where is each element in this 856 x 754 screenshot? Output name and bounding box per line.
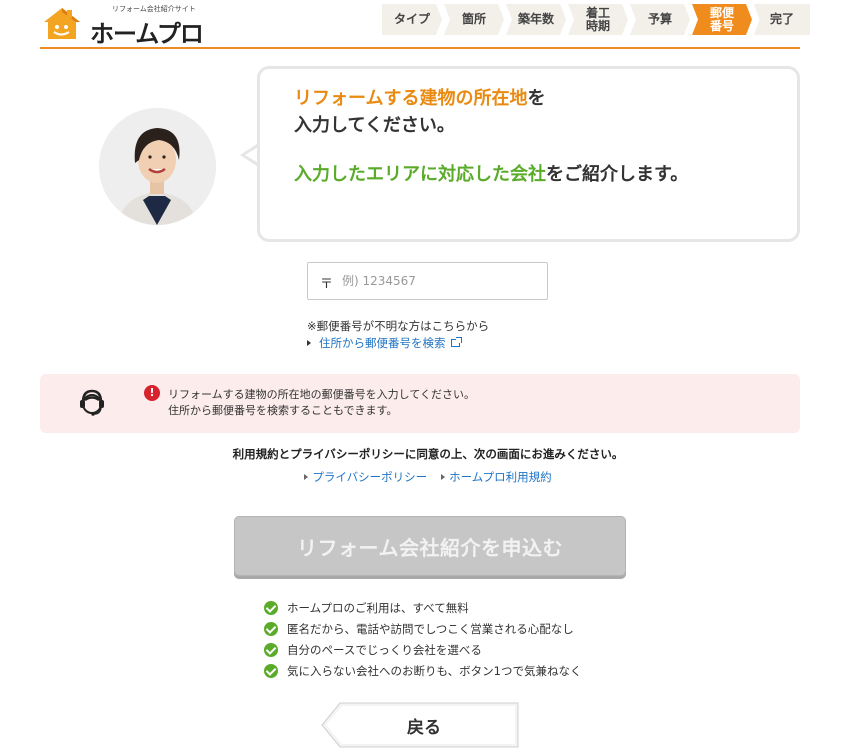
postal-code-field[interactable]: 〒 (307, 262, 548, 300)
message-line-2: 入力してください。 (294, 115, 455, 136)
alert-message: リフォームする建物の所在地の郵便番号を入力してください。 住所から郵便番号を検索… (168, 387, 475, 419)
terms-of-use-link[interactable]: ホームプロ利用規約 (441, 469, 552, 485)
postal-unknown-note: ※郵便番号が不明な方はこちらから (307, 319, 490, 333)
step-1: タイプ (382, 4, 442, 35)
address-search-link[interactable]: 住所から郵便番号を検索 (307, 335, 462, 351)
benefit-text: ホームプロのご利用は、すべて無料 (287, 600, 469, 615)
back-button[interactable]: 戻る (320, 701, 520, 749)
step-4: 着工 時期 (568, 4, 628, 35)
advisor-photo (99, 108, 216, 225)
step-2: 箇所 (444, 4, 504, 35)
terms-of-use-label: ホームプロ利用規約 (449, 470, 552, 484)
step-6: 郵便 番号 (692, 4, 752, 35)
step-label: 着工 時期 (585, 5, 610, 33)
submit-button[interactable]: リフォーム会社紹介を申込む (234, 516, 626, 576)
check-icon (264, 642, 278, 657)
step-label: 予算 (647, 12, 672, 27)
check-icon (264, 600, 278, 615)
check-icon (264, 663, 278, 678)
step-label: 箇所 (461, 12, 486, 27)
benefit-item: 自分のペースでじっくり会社を選べる (264, 639, 581, 660)
message-highlight-location: リフォームする建物の所在地 (294, 88, 528, 109)
link-arrow-icon (304, 474, 309, 480)
postal-mark-icon: 〒 (320, 277, 334, 292)
benefit-item: 気に入らない会社へのお断りも、ボタン1つで気兼ねなく (264, 660, 581, 681)
step-7: 完了 (754, 4, 810, 35)
link-arrow-icon (441, 474, 446, 480)
policy-links: プライバシーポリシー ホームプロ利用規約 (0, 469, 856, 485)
benefit-text: 自分のペースでじっくり会社を選べる (287, 642, 482, 657)
logo-text: ホームプロ (90, 20, 204, 48)
benefit-item: 匿名だから、電話や訪問でしつこく営業される心配なし (264, 618, 581, 639)
alert-line-2: 住所から郵便番号を検索することもできます。 (168, 404, 398, 417)
validation-alert: ! リフォームする建物の所在地の郵便番号を入力してください。 住所から郵便番号を… (40, 374, 800, 433)
external-link-icon (450, 337, 462, 347)
step-label: 完了 (769, 12, 794, 27)
logo-tagline: リフォーム会社紹介サイト (112, 5, 196, 13)
privacy-policy-label: プライバシーポリシー (312, 470, 428, 484)
headset-operator-icon (80, 389, 104, 416)
header-divider (40, 47, 800, 49)
advisor-message: リフォームする建物の所在地を 入力してください。 入力したエリアに対応した会社を… (294, 85, 688, 188)
benefit-item: ホームプロのご利用は、すべて無料 (264, 597, 581, 618)
benefits-list: ホームプロのご利用は、すべて無料匿名だから、電話や訪問でしつこく営業される心配な… (264, 597, 581, 681)
site-header: リフォーム会社紹介サイト ホームプロ タイプ 箇所 築年数 着工 時期 予算 郵便 番号 完… (0, 0, 856, 50)
postal-code-input[interactable] (342, 267, 542, 295)
progress-steps: タイプ 箇所 築年数 着工 時期 予算 郵便 番号 完了 (382, 4, 812, 35)
message-line-3: 入力したエリアに対応した会社をご紹介します。 (294, 161, 688, 188)
alert-line-1: リフォームする建物の所在地の郵便番号を入力してください。 (168, 388, 476, 401)
house-logo-icon (44, 8, 80, 39)
benefit-text: 匿名だから、電話や訪問でしつこく営業される心配なし (287, 621, 574, 636)
error-icon: ! (144, 385, 160, 401)
consent-text: 利用規約とプライバシーポリシーに同意の上、次の画面にお進みください。 (232, 447, 624, 461)
step-3: 築年数 (506, 4, 566, 35)
step-5: 予算 (630, 4, 690, 35)
homepro-logo[interactable]: リフォーム会社紹介サイト ホームプロ (40, 4, 220, 48)
step-label: 築年数 (517, 12, 554, 27)
check-icon (264, 621, 278, 636)
advisor-avatar (99, 108, 216, 225)
message-line1-rest: を (527, 88, 546, 109)
step-label: 郵便 番号 (709, 5, 734, 33)
back-button-label: 戻る (407, 717, 441, 738)
message-line-1: リフォームする建物の所在地を (294, 85, 688, 112)
address-search-label: 住所から郵便番号を検索 (319, 336, 446, 350)
link-arrow-icon (307, 340, 311, 346)
benefit-text: 気に入らない会社へのお断りも、ボタン1つで気兼ねなく (287, 663, 582, 678)
step-label: タイプ (393, 12, 430, 27)
privacy-policy-link[interactable]: プライバシーポリシー (304, 469, 427, 485)
message-line3-rest: をご紹介します。 (546, 164, 689, 185)
message-highlight-company: 入力したエリアに対応した会社 (294, 164, 546, 185)
advisor-speech-bubble: リフォームする建物の所在地を 入力してください。 入力したエリアに対応した会社を… (257, 66, 800, 242)
